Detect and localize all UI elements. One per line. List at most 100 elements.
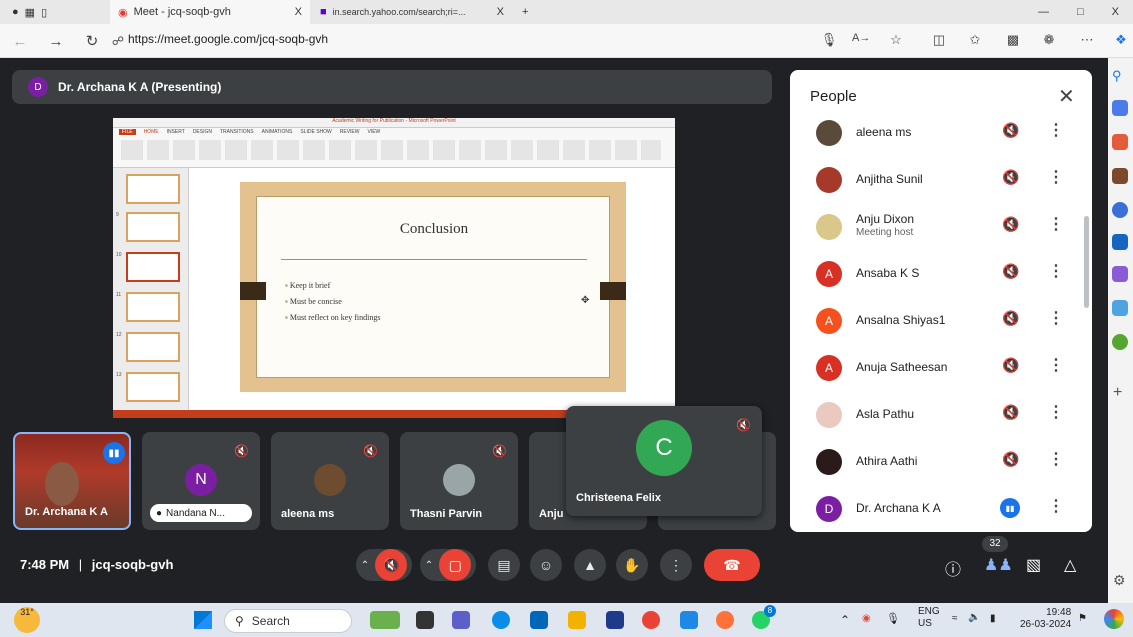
favorites-icon[interactable]: ✩ [966,32,984,48]
reactions-button[interactable]: ☺ [530,549,562,581]
meeting-details-icon[interactable]: ⓘ [945,556,961,580]
people-list-item[interactable]: Asla Pathu 🔇 ⋮ [790,390,1080,437]
store-icon[interactable] [530,611,548,629]
people-list-item[interactable]: aleena ms 🔇 ⋮ [790,108,1080,155]
participant-tile-christeena[interactable]: 🔇 C Christeena Felix [566,406,762,516]
more-vert-icon[interactable]: ⋮ [1048,261,1064,281]
refresh-icon[interactable]: ↻ [82,31,102,51]
participant-tile-aleena[interactable]: 🔇 aleena ms [271,432,389,530]
more-vert-icon[interactable]: ⋮ [1048,308,1064,328]
favorite-star-icon[interactable]: ☆ [887,32,905,48]
raise-hand-button[interactable]: ✋ [616,549,648,581]
show-hidden-icons[interactable]: ⌃ [840,613,850,627]
people-list-item[interactable]: A Anuja Satheesan 🔇 ⋮ [790,343,1080,390]
maximize-button[interactable]: □ [1077,6,1084,18]
people-list-item[interactable]: Athira Aathi 🔇 ⋮ [790,437,1080,484]
more-vert-icon[interactable]: ⋮ [1048,167,1064,187]
shopping-tag-icon[interactable] [1112,100,1128,116]
new-tab-button[interactable]: + [514,0,536,24]
mic-control[interactable]: ⌃ 🔇 [356,549,412,581]
settings-gear-icon[interactable]: ⚙ [1113,572,1126,589]
collections-icon[interactable]: ▩ [1004,32,1022,48]
more-menu-icon[interactable]: ⋯ [1078,32,1096,48]
edge-icon[interactable] [492,611,510,629]
more-vert-icon[interactable]: ⋮ [1048,449,1064,469]
present-button[interactable]: ▲ [574,549,606,581]
search-icon[interactable]: ⚲ [1112,68,1128,84]
people-list-item[interactable]: D Dr. Archana K A ▮▮ ⋮ [790,484,1080,531]
taskbar-clock[interactable]: 19:48 26-03-2024 [1020,607,1071,631]
send-icon[interactable] [1112,300,1128,316]
chat-icon[interactable]: ▧ [1026,555,1041,575]
read-aloud-icon[interactable]: A→ [852,32,870,44]
more-vert-icon[interactable]: ⋮ [1048,214,1064,234]
notification-bell-icon[interactable]: ⚑ [1078,613,1087,624]
more-vert-icon[interactable]: ⋮ [1048,496,1064,516]
volume-icon[interactable]: 🔈 [968,612,980,623]
mic-icon[interactable]: 🎙 [886,612,900,625]
workspaces-icon[interactable]: ▦ [25,6,35,19]
designer-icon[interactable] [1112,266,1128,282]
mic-off-button[interactable]: 🔇 [375,549,408,581]
widgets-icon[interactable] [370,611,400,629]
people-icon[interactable] [1112,168,1128,184]
app-icon[interactable] [680,611,698,629]
wifi-icon[interactable]: ≈ [952,613,958,624]
people-list-item[interactable]: A Ansalna Shiyas1 🔇 ⋮ [790,296,1080,343]
people-icon[interactable]: ♟♟ [984,555,1013,575]
participant-tile-self[interactable]: ▮▮ Dr. Archana K A [13,432,131,530]
chevron-up-icon[interactable]: ⌃ [361,560,369,571]
camera-off-button[interactable]: ▢ [439,549,472,581]
camera-control[interactable]: ⌃ ▢ [420,549,476,581]
outlook-icon[interactable] [1112,234,1128,250]
back-icon[interactable]: ← [10,31,30,51]
captions-button[interactable]: ▤ [488,549,520,581]
people-scrollbar[interactable] [1084,216,1089,308]
browser-tab-yahoo[interactable]: ■ in.search.yahoo.com/search;ri=... X [312,0,512,24]
add-icon[interactable]: + [1113,384,1122,402]
chrome-icon[interactable] [642,611,660,629]
participant-tile-thasni[interactable]: 🔇 Thasni Parvin [400,432,518,530]
more-vert-icon[interactable]: ⋮ [1048,355,1064,375]
language-indicator[interactable]: ENG US [918,606,940,630]
microphone-icon[interactable]: 🎙 [820,32,838,48]
tab-actions-icon[interactable]: ▯ [41,6,47,19]
participant-tile-nandana[interactable]: 🔇 N ● Nandana N... [142,432,260,530]
teams-icon[interactable] [452,611,470,629]
close-icon[interactable]: ✕ [1058,84,1075,109]
windows-start-icon[interactable] [194,611,212,629]
battery-icon[interactable]: ▮ [990,613,996,624]
file-explorer-icon[interactable] [568,611,586,629]
weather-widget[interactable]: 31° [14,607,40,633]
activities-icon[interactable]: △ [1064,555,1076,575]
people-list-item[interactable]: Anjitha Sunil 🔇 ⋮ [790,155,1080,202]
leave-call-button[interactable]: ☎ [704,549,760,581]
copilot-taskbar-icon[interactable] [1104,609,1124,629]
minimize-button[interactable]: — [1038,6,1049,18]
forward-icon[interactable]: → [46,31,66,51]
url-field[interactable]: https://meet.google.com/jcq-soqb-gvh [128,32,328,46]
taskbar-search[interactable]: ⚲ Search [224,609,352,633]
office-icon[interactable] [1112,202,1128,218]
tools-icon[interactable] [1112,134,1128,150]
people-list-item[interactable]: Anju Dixon Meeting host 🔇 ⋮ [790,202,1080,249]
more-options-button[interactable]: ⋮ [660,549,692,581]
word-icon[interactable] [606,611,624,629]
profile-icon[interactable]: ● [12,6,19,18]
lock-icon[interactable]: ☍ [108,31,128,51]
people-list-item[interactable]: A Ansaba K S 🔇 ⋮ [790,249,1080,296]
firefox-icon[interactable] [716,611,734,629]
games-icon[interactable] [1112,334,1128,350]
tray-chrome-icon[interactable]: ◉ [862,613,871,624]
tab-close-icon[interactable]: X [497,6,504,18]
tab-close-icon[interactable]: X [295,6,302,18]
chevron-up-icon[interactable]: ⌃ [425,560,433,571]
task-view-icon[interactable] [416,611,434,629]
more-vert-icon[interactable]: ⋮ [1048,402,1064,422]
more-vert-icon[interactable]: ⋮ [1048,120,1064,140]
split-screen-icon[interactable]: ◫ [930,32,948,48]
extensions-icon[interactable]: ❁ [1040,32,1058,48]
copilot-icon[interactable]: ❖ [1112,32,1130,48]
browser-tab-meet[interactable]: ◉ Meet - jcq-soqb-gvh X [110,0,310,24]
close-window-button[interactable]: X [1112,6,1119,18]
